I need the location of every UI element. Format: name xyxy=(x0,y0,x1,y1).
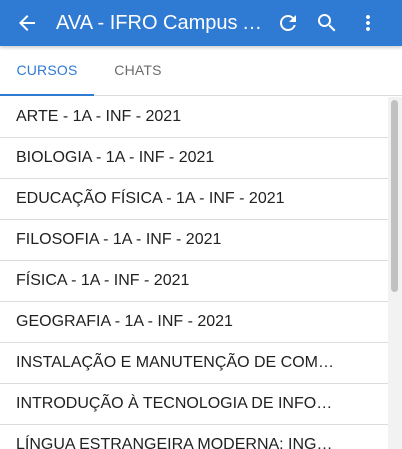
tab-cursos[interactable]: CURSOS xyxy=(0,46,94,96)
course-item-fisica[interactable]: FÍSICA - 1A - INF - 2021 xyxy=(0,261,388,302)
course-item-introducao-ti[interactable]: INTRODUÇÃO À TECNOLOGIA DE INFORMAÇÃO - … xyxy=(0,384,388,425)
refresh-icon xyxy=(280,14,296,31)
tab-bar: CURSOS CHATS xyxy=(0,46,402,96)
course-item-educacao-fisica[interactable]: EDUCAÇÃO FÍSICA - 1A - INF - 2021 xyxy=(0,179,388,220)
arrow-back-icon xyxy=(19,15,35,31)
course-item-arte[interactable]: ARTE - 1A - INF - 2021 xyxy=(0,97,388,138)
course-item-instalacao-manutencao[interactable]: INSTALAÇÃO E MANUTENÇÃO DE COMPUTADORES … xyxy=(0,343,388,384)
tab-chats[interactable]: CHATS xyxy=(94,46,182,95)
course-item-lingua-estrangeira[interactable]: LÍNGUA ESTRANGEIRA MODERNA: INGLÊS - 1A … xyxy=(0,425,388,449)
more-options-button[interactable] xyxy=(356,11,380,35)
scrollbar-thumb[interactable] xyxy=(391,100,398,292)
scrollbar[interactable] xyxy=(388,97,402,449)
search-icon xyxy=(318,14,336,32)
refresh-button[interactable] xyxy=(276,11,300,35)
course-item-geografia[interactable]: GEOGRAFIA - 1A - INF - 2021 xyxy=(0,302,388,343)
back-button[interactable] xyxy=(15,11,39,35)
app-title: AVA - IFRO Campus Ariquemes xyxy=(56,12,264,34)
course-list: ARTE - 1A - INF - 2021 BIOLOGIA - 1A - I… xyxy=(0,97,388,449)
app-bar: AVA - IFRO Campus Ariquemes xyxy=(0,0,402,46)
more-vert-icon xyxy=(366,15,370,31)
course-item-biologia[interactable]: BIOLOGIA - 1A - INF - 2021 xyxy=(0,138,388,179)
search-button[interactable] xyxy=(315,11,339,35)
course-item-filosofia[interactable]: FILOSOFIA - 1A - INF - 2021 xyxy=(0,220,388,261)
